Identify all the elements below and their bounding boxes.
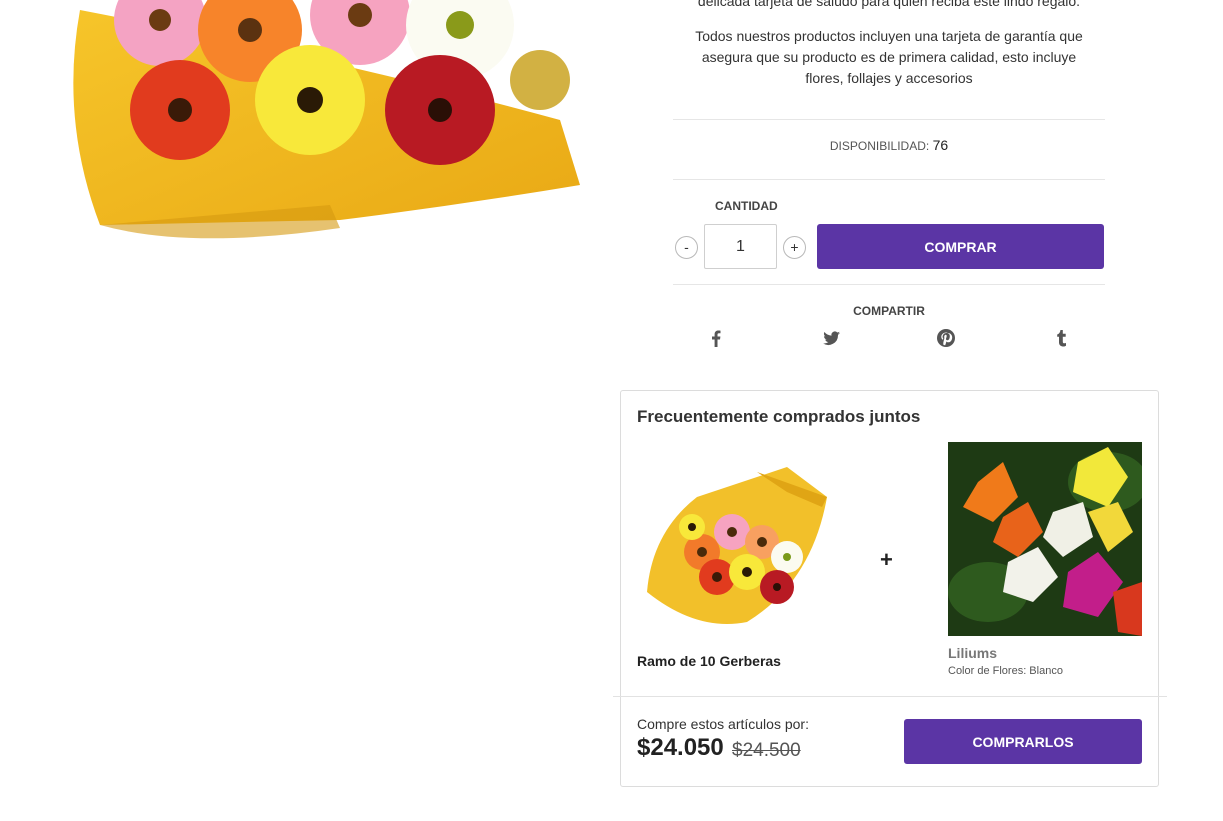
bundle-item-option: Color de Flores: Blanco — [948, 665, 1063, 677]
divider — [673, 119, 1105, 120]
quantity-label: CANTIDAD — [715, 199, 778, 213]
twitter-icon[interactable] — [819, 326, 843, 350]
availability-value: 76 — [932, 137, 949, 153]
bundle-box: Frecuentemente comprados juntos + Ramo d… — [613, 390, 1167, 787]
bundle-total-label: Compre estos artículos por: — [637, 716, 809, 732]
bundle-title: Frecuentemente comprados juntos — [637, 407, 921, 426]
divider — [673, 179, 1105, 180]
product-main-image — [40, 0, 610, 270]
tumblr-icon[interactable] — [1049, 326, 1073, 350]
share-label: COMPARTIR — [853, 304, 925, 318]
bundle-price: $24.050 — [637, 734, 724, 761]
bundle-item-image-gerberas[interactable] — [637, 442, 831, 636]
availability: DISPONIBILIDAD: 76 — [673, 137, 1105, 153]
divider — [673, 284, 1105, 285]
availability-label: DISPONIBILIDAD: — [829, 139, 930, 153]
bundle-old-price: $24.500 — [732, 740, 801, 761]
quantity-increase-button[interactable]: + — [783, 236, 806, 259]
bundle-plus-sign: + — [880, 547, 893, 572]
facebook-icon[interactable] — [704, 326, 728, 350]
bundle-item-name[interactable]: Liliums — [948, 645, 997, 661]
product-description-partial: delicada tarjeta de saludo para quien re… — [697, 0, 1081, 9]
buy-all-button[interactable]: COMPRARLOS — [904, 719, 1142, 764]
buy-button[interactable]: COMPRAR — [817, 224, 1104, 269]
divider — [613, 696, 1167, 697]
product-description: Todos nuestros productos incluyen una ta… — [695, 28, 1083, 86]
bundle-item-name[interactable]: Ramo de 10 Gerberas — [637, 653, 781, 669]
quantity-decrease-button[interactable]: - — [675, 236, 698, 259]
bundle-item-image-liliums[interactable] — [948, 442, 1142, 636]
pinterest-icon[interactable] — [934, 326, 958, 350]
quantity-input[interactable] — [704, 224, 777, 269]
